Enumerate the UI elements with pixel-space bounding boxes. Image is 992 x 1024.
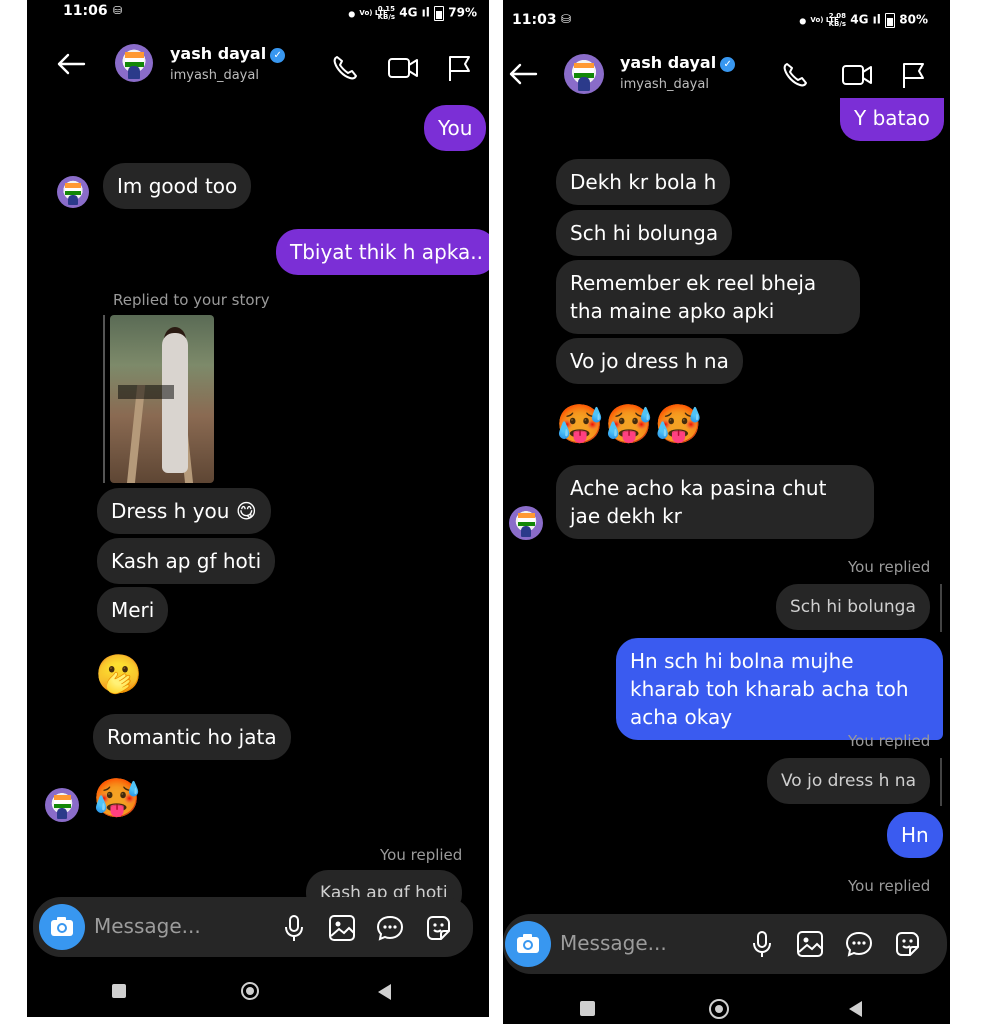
message-input[interactable]: Message...	[560, 931, 667, 955]
right-screenshot: 11:03 ⛁ ● Vo) LTE 2.08 KB/s 4G ıl 80% yas…	[503, 0, 950, 1024]
gallery-icon[interactable]	[796, 930, 824, 962]
microphone-icon[interactable]	[751, 930, 773, 962]
quoted-message[interactable]: Vo jo dress h na	[767, 758, 930, 804]
you-replied-label: You replied	[848, 732, 931, 750]
net-speed: 2.08 KB/s	[828, 12, 847, 28]
nav-home-icon[interactable]	[241, 982, 259, 1000]
signal-icon: ıl	[421, 5, 430, 20]
flag-icon[interactable]	[446, 54, 472, 82]
status-time: 11:03	[512, 12, 557, 28]
contact-header[interactable]: yash dayal ✓	[170, 44, 286, 63]
received-message[interactable]: Remember ek reel bheja tha maine apko ap…	[556, 260, 860, 334]
network-type: 4G	[399, 5, 418, 20]
left-screenshot: 11:06 ⛁ ● Vo) LTE 0.15 KB/s 4G ıl 79% yas…	[27, 0, 489, 1017]
nav-back-icon[interactable]	[847, 1000, 863, 1022]
you-replied-label: You replied	[848, 558, 931, 576]
received-message[interactable]: Dress h you 😋	[97, 488, 271, 534]
contact-header[interactable]: yash dayal ✓	[620, 53, 736, 72]
reply-bar	[940, 758, 942, 806]
contact-avatar[interactable]	[115, 44, 153, 82]
sticker-icon[interactable]	[424, 914, 452, 946]
battery-level: 79%	[448, 5, 477, 20]
data-saver-icon: ⛁	[561, 12, 572, 26]
story-reply-label: Replied to your story	[113, 291, 270, 309]
signal-icon: ıl	[872, 12, 881, 27]
sent-message[interactable]: Hn sch hi bolna mujhe kharab toh kharab …	[616, 638, 943, 740]
battery-icon	[434, 5, 445, 21]
net-speed: 0.15 KB/s	[377, 5, 396, 21]
received-message[interactable]: Ache acho ka pasina chut jae dekh kr	[556, 465, 874, 539]
sender-avatar[interactable]	[45, 788, 79, 822]
contact-name: yash dayal	[620, 53, 717, 72]
received-message[interactable]: Dekh kr bola h	[556, 159, 731, 205]
back-arrow-icon[interactable]	[56, 52, 86, 76]
status-icons: ● Vo) LTE 0.15 KB/s 4G ıl 79%	[348, 5, 477, 21]
message-input[interactable]: Message...	[94, 914, 201, 938]
contact-handle: imyash_dayal	[170, 68, 259, 83]
reply-bar	[940, 584, 942, 632]
status-icons: ● Vo) LTE 2.08 KB/s 4G ıl 80%	[799, 12, 928, 28]
you-replied-label: You replied	[380, 846, 463, 864]
system-nav-bar	[27, 965, 489, 1017]
nav-recent-icon[interactable]	[580, 1001, 595, 1016]
contact-name: yash dayal	[170, 44, 267, 63]
battery-level: 80%	[899, 12, 928, 27]
phone-icon[interactable]	[781, 61, 809, 89]
emoji-message[interactable]: 🥵	[93, 776, 140, 820]
chat-bubble-icon[interactable]	[376, 914, 404, 946]
sent-message[interactable]: You	[424, 105, 487, 151]
back-arrow-icon[interactable]	[508, 62, 538, 86]
battery-icon	[885, 12, 896, 28]
you-replied-label: You replied	[848, 877, 931, 895]
received-message[interactable]: Romantic ho jata	[93, 714, 291, 760]
sticker-icon[interactable]	[893, 930, 921, 962]
verified-icon: ✓	[720, 57, 736, 72]
sender-avatar[interactable]	[509, 506, 543, 540]
nav-recent-icon[interactable]	[112, 984, 126, 998]
sent-message[interactable]: Y batao	[840, 98, 944, 141]
received-message[interactable]: Kash ap gf hoti	[97, 538, 276, 584]
flag-icon[interactable]	[900, 61, 926, 89]
nav-home-icon[interactable]	[709, 999, 729, 1019]
message-composer: Message...	[33, 897, 473, 957]
phone-icon[interactable]	[331, 54, 359, 82]
verified-icon: ✓	[270, 48, 286, 63]
received-message[interactable]: Sch hi bolunga	[556, 210, 733, 256]
message-composer: Message...	[503, 914, 947, 974]
received-message[interactable]: Meri	[97, 587, 169, 633]
network-type: 4G	[850, 12, 869, 27]
contact-avatar[interactable]	[564, 54, 604, 94]
video-icon[interactable]	[387, 54, 419, 82]
emoji-message[interactable]: 🫢	[95, 652, 142, 696]
received-message[interactable]: Vo jo dress h na	[556, 338, 743, 384]
sender-avatar[interactable]	[57, 176, 89, 208]
gallery-icon[interactable]	[328, 914, 356, 946]
volte-indicator: Vo) LTE	[810, 16, 839, 24]
camera-icon[interactable]	[505, 921, 551, 967]
story-thumbnail[interactable]	[110, 315, 214, 483]
volte-indicator: Vo) LTE	[359, 9, 388, 17]
video-icon[interactable]	[841, 61, 873, 89]
emoji-message[interactable]: 🥵🥵🥵	[556, 402, 704, 446]
data-saver-icon: ⛁	[113, 4, 123, 17]
chat-bubble-icon[interactable]	[845, 930, 873, 962]
nav-back-icon[interactable]	[376, 983, 392, 1005]
camera-icon[interactable]	[39, 904, 85, 950]
system-nav-bar	[503, 980, 950, 1024]
status-time: 11:06	[63, 3, 108, 19]
sent-message[interactable]: Tbiyat thik h apka..	[276, 229, 489, 275]
quoted-message[interactable]: Sch hi bolunga	[776, 584, 930, 630]
story-reply-bar	[103, 315, 105, 483]
contact-handle: imyash_dayal	[620, 77, 709, 92]
microphone-icon[interactable]	[283, 914, 305, 946]
sent-message[interactable]: Hn	[887, 812, 943, 858]
received-message[interactable]: Im good too	[103, 163, 252, 209]
